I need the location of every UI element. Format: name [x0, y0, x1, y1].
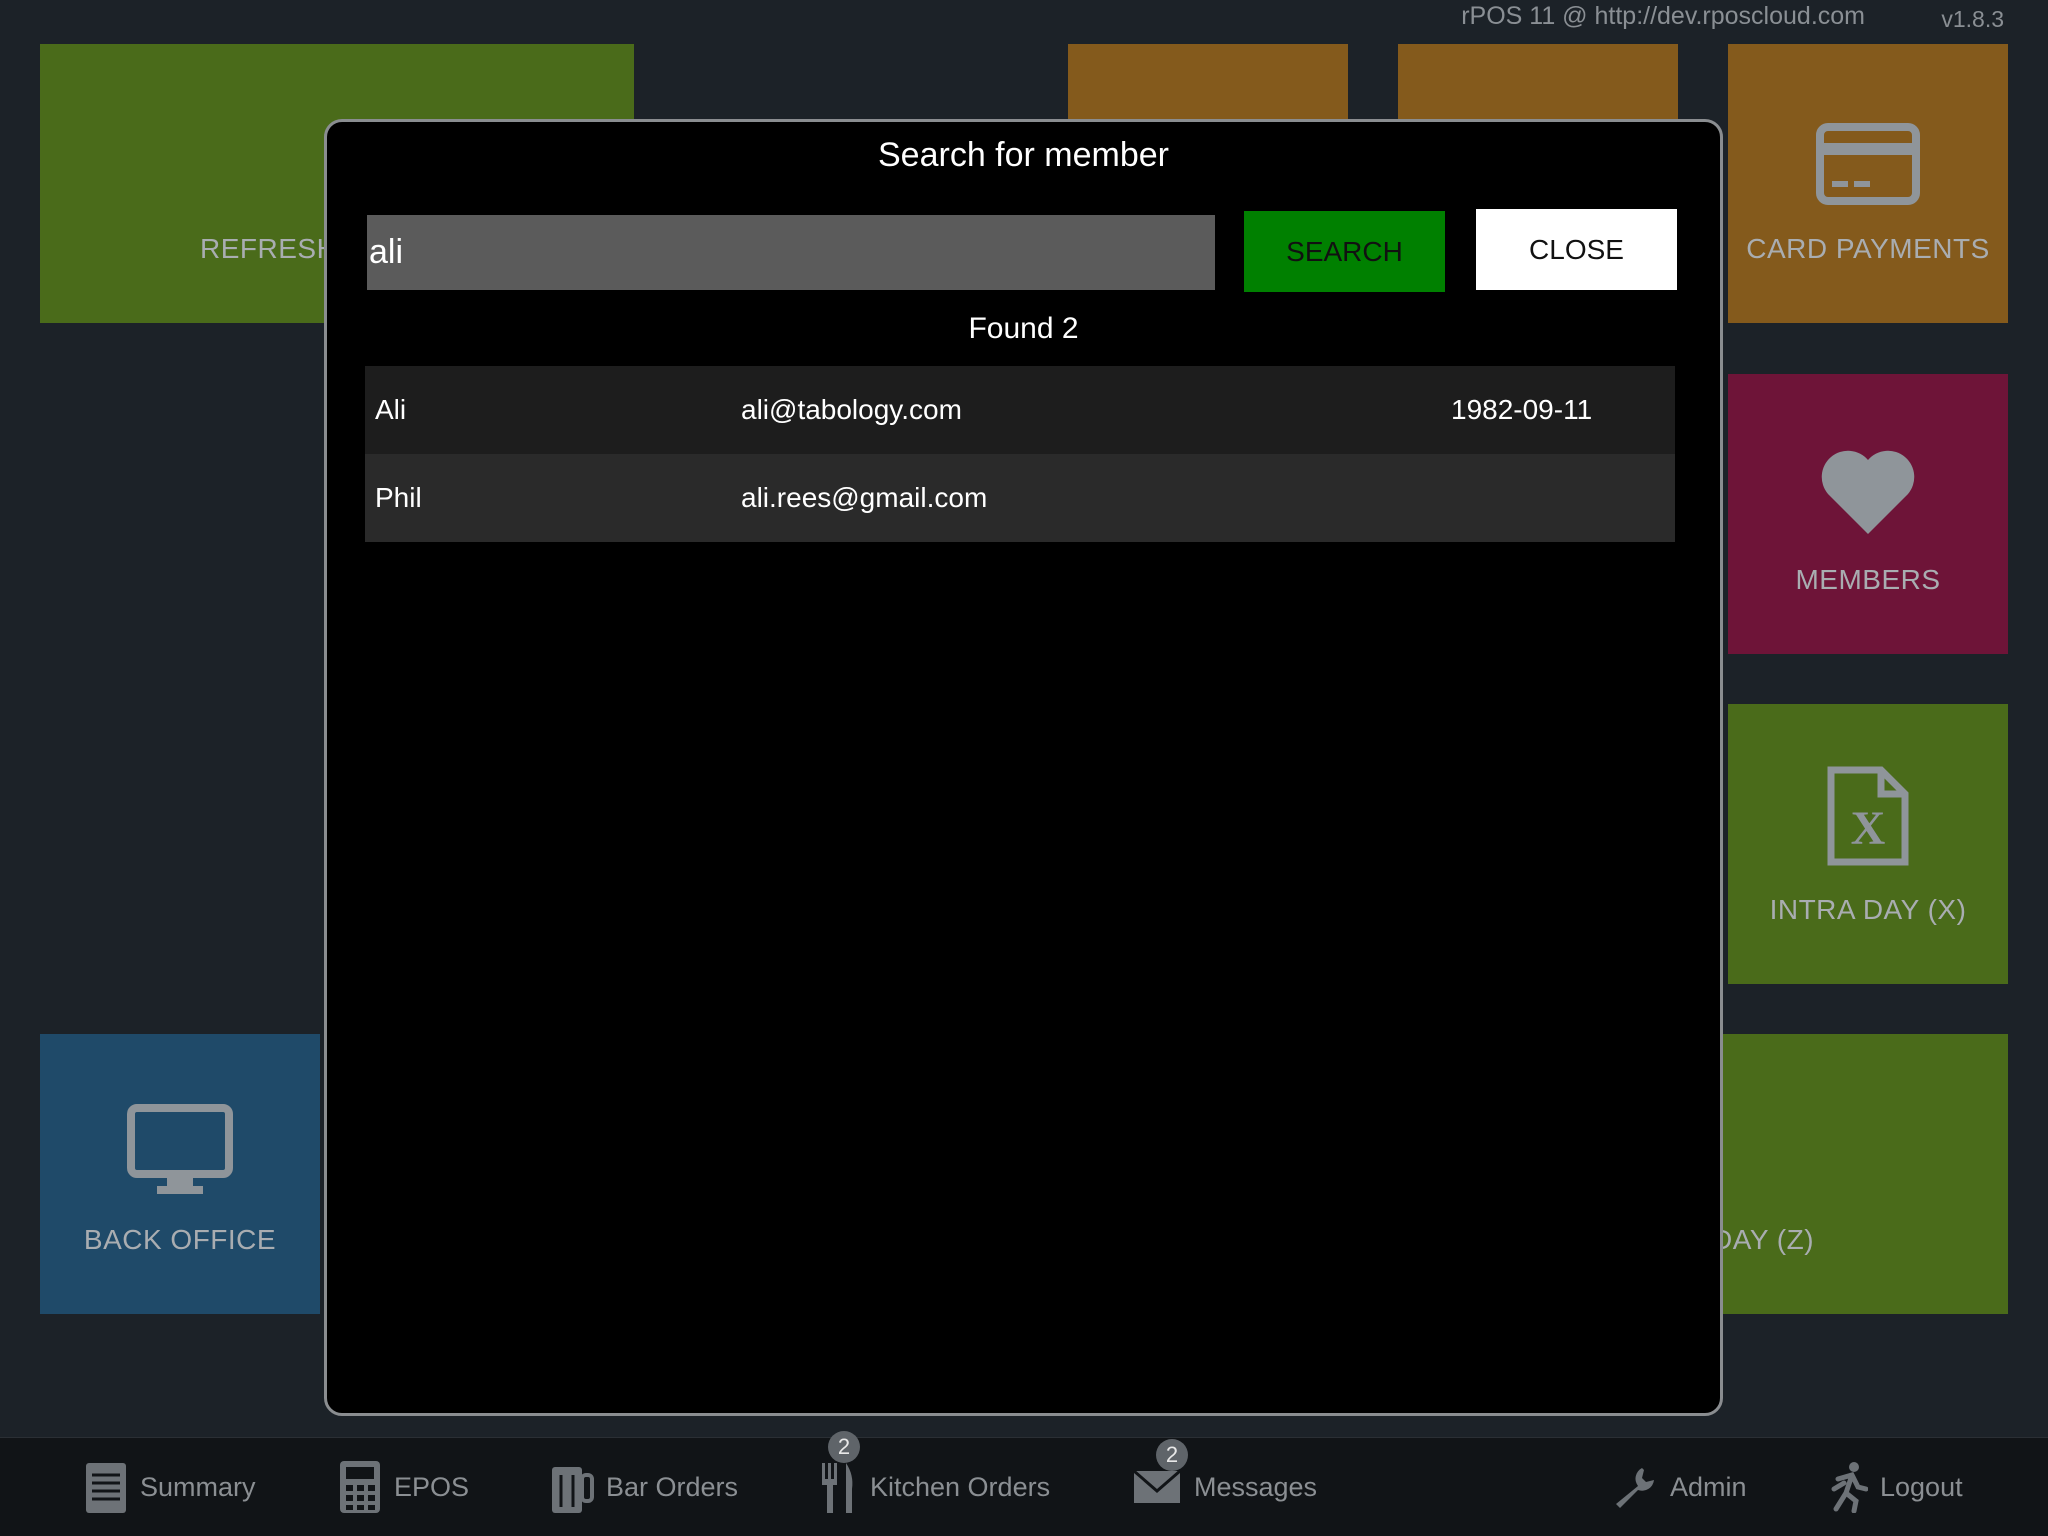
member-email: ali@tabology.com	[741, 394, 962, 425]
back-office-tile[interactable]: BACK OFFICE	[40, 1034, 320, 1314]
nav-summary[interactable]: Summary	[84, 1438, 256, 1536]
result-row[interactable]: Ali ali@tabology.com 1982-09-11	[365, 366, 1675, 454]
result-row[interactable]: Phil ali.rees@gmail.com	[365, 454, 1675, 542]
cutlery-icon: 2	[818, 1431, 860, 1515]
nav-logout[interactable]: Logout	[1828, 1438, 1963, 1536]
card-payments-tile[interactable]: CARD PAYMENTS	[1728, 44, 2008, 323]
nav-kitchen-orders[interactable]: 2 Kitchen Orders	[818, 1431, 1051, 1536]
intra-day-label: INTRA DAY (X)	[1769, 894, 1967, 925]
envelope-icon: 2	[1132, 1439, 1188, 1507]
nav-logout-label: Logout	[1880, 1471, 1963, 1502]
nav-messages-label: Messages	[1194, 1471, 1318, 1502]
results-list: Ali ali@tabology.com 1982-09-11 Phil ali…	[365, 366, 1675, 542]
summary-icon	[84, 1459, 128, 1515]
member-email: ali.rees@gmail.com	[741, 482, 988, 513]
nav-epos-label: EPOS	[394, 1471, 470, 1502]
results-count: Found 2	[968, 312, 1079, 345]
nav-bar-orders[interactable]: Bar Orders	[548, 1438, 738, 1536]
nav-messages[interactable]: 2 Messages	[1132, 1438, 1317, 1536]
credit-card-icon	[1816, 123, 1920, 205]
nav-bar-orders-label: Bar Orders	[606, 1471, 739, 1502]
nav-epos[interactable]: EPOS	[338, 1438, 469, 1536]
header-info: rPOS 11 @ http://dev.rposcloud.com v1.8.…	[0, 2, 2048, 32]
intra-day-tile[interactable]: X INTRA DAY (X)	[1728, 704, 2008, 984]
logout-icon	[1828, 1461, 1868, 1513]
card-payments-label: CARD PAYMENTS	[1746, 233, 1990, 264]
member-dob: 1982-09-11	[1451, 394, 1593, 425]
member-name: Phil	[375, 482, 422, 513]
nav-admin-label: Admin	[1670, 1471, 1747, 1502]
monitor-icon	[127, 1104, 233, 1196]
app-version: v1.8.3	[1941, 6, 2004, 32]
nav-kitchen-orders-label: Kitchen Orders	[870, 1471, 1051, 1502]
search-button[interactable]: SEARCH	[1244, 211, 1445, 292]
members-tile[interactable]: MEMBERS	[1728, 374, 2008, 654]
modal-title: Search for member	[878, 136, 1169, 174]
bottom-nav-bar: Summary EPOS Bar Orders 2 Kitchen Orders…	[0, 1431, 2048, 1536]
heart-icon	[1818, 448, 1918, 536]
member-search-input[interactable]	[367, 215, 1215, 290]
end-day-tile[interactable]: DAY (Z)	[1692, 1034, 2008, 1314]
member-name: Ali	[375, 394, 407, 425]
kitchen-orders-badge: 2	[828, 1431, 860, 1463]
back-office-label: BACK OFFICE	[83, 1224, 277, 1255]
nav-summary-label: Summary	[140, 1471, 256, 1502]
beer-mug-icon	[548, 1459, 594, 1515]
svg-text:X: X	[1851, 802, 1886, 855]
member-search-modal: Search for member SEARCH CLOSE Found 2 A…	[324, 119, 1723, 1416]
server-address: rPOS 11 @ http://dev.rposcloud.com	[1461, 2, 1865, 30]
close-button[interactable]: CLOSE	[1476, 209, 1677, 290]
messages-badge: 2	[1156, 1439, 1188, 1471]
file-x-icon: X	[1825, 766, 1911, 866]
calculator-icon	[338, 1459, 382, 1515]
refresh-label: REFRESH	[200, 233, 338, 264]
end-day-label: DAY (Z)	[1712, 1224, 1815, 1255]
wrench-icon	[1612, 1464, 1658, 1510]
members-label: MEMBERS	[1795, 564, 1941, 595]
nav-admin[interactable]: Admin	[1612, 1438, 1747, 1536]
